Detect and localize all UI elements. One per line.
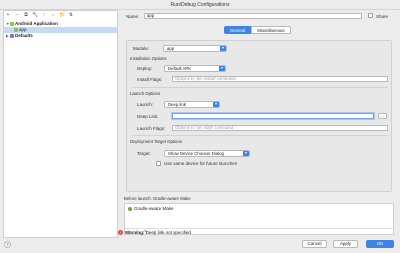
share-checkbox[interactable]: [368, 13, 373, 18]
target-value: Show Device Chooser Dialog: [168, 151, 224, 156]
apply-button[interactable]: Apply: [333, 240, 358, 248]
launch-flags-field[interactable]: Options to 'am start' command: [172, 125, 388, 131]
deploy-value: Default APK: [168, 66, 192, 71]
wrench-icon[interactable]: 🔧: [32, 12, 38, 18]
tab-bar: General Miscellaneous: [224, 26, 291, 34]
target-dropdown[interactable]: Show Device Chooser Dialog ▼: [164, 150, 250, 157]
android-icon: [10, 21, 14, 26]
window-title: Run/Debug Configurations: [0, 0, 400, 10]
configuration-tree: ▼ Android Application app ▶ Defaults: [4, 21, 117, 39]
launch-dropdown[interactable]: Deep link ▼: [164, 101, 220, 108]
android-icon: [14, 27, 18, 32]
launch-flags-label: Launch Flags:: [137, 126, 166, 131]
cancel-button[interactable]: Cancel: [302, 240, 327, 248]
move-up-icon[interactable]: ↑: [41, 12, 47, 18]
configurations-sidebar: + − ⧉ 🔧 ↑ ↓ 📁 ⇅ ▼ Android Application app…: [3, 10, 118, 238]
chevron-down-icon: ▼: [220, 46, 226, 51]
sidebar-toolbar: + − ⧉ 🔧 ↑ ↓ 📁 ⇅: [5, 12, 74, 18]
name-field[interactable]: app: [144, 13, 362, 19]
configuration-editor: Name: app Share General Miscellaneous Mo…: [120, 10, 397, 238]
deep-link-field[interactable]: [172, 113, 374, 119]
deployment-target-title: Deployment Target Options: [130, 139, 182, 144]
divider: [132, 135, 388, 136]
error-icon: !: [118, 230, 123, 236]
tab-miscellaneous[interactable]: Miscellaneous: [251, 26, 291, 34]
defaults-icon: [10, 33, 14, 38]
folder-icon[interactable]: 📁: [59, 12, 65, 18]
chevron-down-icon: ▼: [243, 151, 249, 156]
gradle-icon: [128, 206, 132, 211]
deploy-dropdown[interactable]: Default APK ▼: [164, 65, 226, 72]
copy-icon[interactable]: ⧉: [23, 12, 29, 18]
sort-icon[interactable]: ⇅: [68, 12, 74, 18]
use-same-device-label: Use same device for future launches: [164, 161, 238, 166]
launch-value: Deep link: [168, 102, 186, 107]
add-icon[interactable]: +: [5, 12, 11, 18]
launch-label: Launch:: [137, 102, 154, 107]
warning-text: Deep link not specified: [145, 230, 191, 235]
tree-node-label: Android Application: [15, 21, 58, 26]
launch-options-title: Launch Options: [130, 91, 161, 96]
share-label: Share: [376, 14, 389, 19]
installation-options-title: Installation Options: [130, 56, 167, 61]
divider: [132, 87, 388, 88]
module-dropdown[interactable]: app ▼: [163, 45, 227, 52]
install-flags-label: Install Flags:: [137, 77, 163, 82]
chevron-down-icon: ▼: [213, 102, 219, 107]
tree-node-defaults[interactable]: ▶ Defaults: [4, 33, 117, 39]
browse-button[interactable]: …: [378, 113, 387, 119]
remove-icon[interactable]: −: [14, 12, 20, 18]
general-panel: Module: app ▼ Installation Options Deplo…: [126, 40, 392, 192]
warning-message: ! Warning: Deep link not specified: [118, 230, 191, 236]
module-label: Module:: [133, 46, 150, 51]
deep-link-label: Deep Link:: [137, 114, 159, 119]
help-button[interactable]: ?: [4, 241, 11, 248]
tree-node-label: app: [19, 27, 27, 32]
module-value: app: [167, 46, 175, 51]
install-flags-field[interactable]: Options to 'pm install' command: [172, 76, 388, 82]
target-label: Target:: [137, 151, 151, 156]
ok-button[interactable]: OK: [366, 240, 394, 248]
run-debug-configurations-window: Run/Debug Configurations + − ⧉ 🔧 ↑ ↓ 📁 ⇅…: [0, 0, 400, 253]
chevron-down-icon: ▼: [219, 66, 225, 71]
tab-general[interactable]: General: [224, 26, 252, 34]
tree-node-label: Defaults: [15, 33, 33, 38]
deploy-label: Deploy:: [137, 66, 153, 71]
before-launch-title: Before launch: Gradle-aware Make: [124, 196, 191, 201]
move-down-icon[interactable]: ↓: [50, 12, 56, 18]
before-launch-item-label: Gradle-aware Make: [134, 206, 174, 211]
name-label: Name:: [126, 14, 140, 19]
use-same-device-checkbox[interactable]: [156, 161, 161, 166]
before-launch-item[interactable]: Gradle-aware Make: [128, 206, 174, 211]
warning-label: Warning:: [125, 230, 145, 235]
